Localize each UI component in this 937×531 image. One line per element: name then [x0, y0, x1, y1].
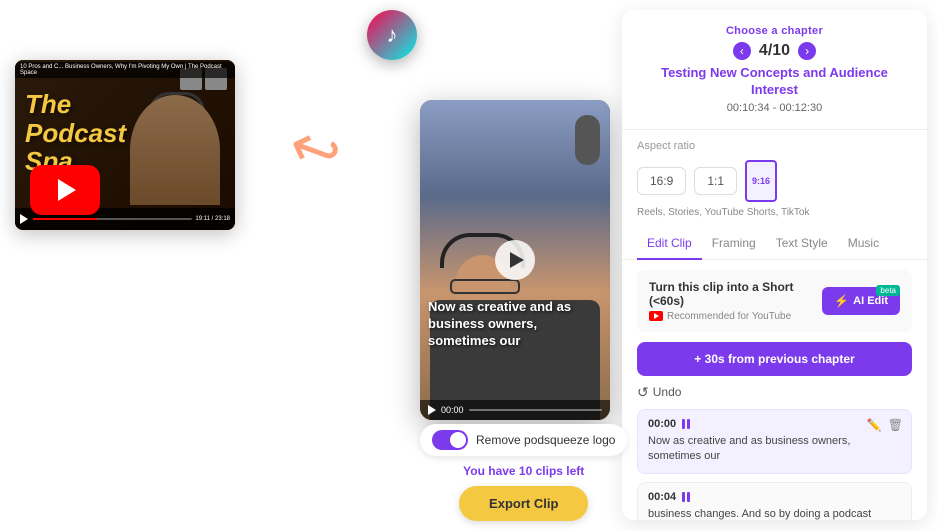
bottom-section: Remove podsqueeze logo You have 10 clips…	[420, 424, 627, 521]
ai-edit-left: Turn this clip into a Short (<60s) Recom…	[649, 280, 822, 322]
clip-edit-icon[interactable]: ✏️	[867, 418, 882, 432]
aspect-169-button[interactable]: 16:9	[637, 167, 686, 195]
aspect-sublabel: Reels, Stories, YouTube Shorts, TikTok	[637, 207, 912, 218]
yt-mini-icon	[649, 311, 663, 321]
clip-time-2: 00:04	[648, 491, 676, 503]
remove-logo-toggle[interactable]	[432, 430, 468, 450]
vid-progress-bar[interactable]	[469, 409, 602, 411]
clip-delete-icon[interactable]: 🗑	[888, 418, 903, 432]
clip-item-2[interactable]: 00:04 business changes. And so by doing …	[637, 482, 912, 520]
beta-badge: beta	[876, 285, 900, 296]
tab-edit-clip[interactable]: Edit Clip	[637, 228, 702, 260]
chapter-next-button[interactable]	[798, 42, 816, 60]
chapter-time: 00:10:34 - 00:12:30	[642, 102, 907, 114]
video-controls: 00:00	[420, 400, 610, 420]
clip-item-1[interactable]: 00:00 ✏️ 🗑 Now as creative and as busine…	[637, 409, 912, 474]
youtube-logo	[30, 165, 100, 215]
edit-tabs: Edit Clip Framing Text Style Music	[622, 228, 927, 260]
toggle-label: Remove podsqueeze logo	[476, 433, 615, 447]
yt-time: 19:11 / 23:18	[195, 216, 230, 222]
video-content: Now as creative and as business owners, …	[420, 100, 610, 420]
export-button[interactable]: Export Clip	[459, 486, 588, 521]
video-mic	[575, 115, 600, 165]
yt-progress-fill	[33, 218, 97, 220]
add-30s-button[interactable]: + 30s from previous chapter	[637, 342, 912, 376]
panel-header: Choose a chapter 4/10 Testing New Concep…	[622, 10, 927, 129]
aspect-11-button[interactable]: 1:1	[694, 167, 737, 195]
video-play-triangle	[510, 252, 524, 268]
right-panel: Choose a chapter 4/10 Testing New Concep…	[622, 10, 927, 520]
yt-progress[interactable]	[33, 218, 192, 220]
ai-edit-title: Turn this clip into a Short (<60s)	[649, 280, 822, 308]
choose-chapter-label: Choose a chapter	[642, 25, 907, 37]
clip-list: 00:00 ✏️ 🗑 Now as creative and as busine…	[622, 409, 927, 520]
chapter-nav: 4/10	[642, 42, 907, 60]
yt-mini-triangle	[654, 313, 659, 319]
tab-text-style[interactable]: Text Style	[766, 228, 838, 260]
ai-edit-subtitle: Recommended for YouTube	[649, 311, 822, 322]
clip-pause-bar-1b	[687, 419, 690, 429]
tab-music[interactable]: Music	[838, 228, 889, 260]
yt-logo-shape	[30, 165, 100, 215]
toggle-knob	[450, 432, 466, 448]
vid-time: 00:00	[441, 405, 464, 415]
yt-play-button[interactable]	[20, 214, 30, 224]
clips-left-text: You have 10 clips left	[420, 464, 627, 478]
arrow-graphic: ↪	[280, 109, 351, 192]
clip-pause-bar-2b	[687, 492, 690, 502]
clip-header-2: 00:04	[648, 491, 901, 503]
clip-pause-bar-2a	[682, 492, 685, 502]
chapter-prev-button[interactable]	[733, 42, 751, 60]
clip-header-1: 00:00	[648, 418, 901, 430]
aspect-section: Aspect ratio 16:9 1:1 9:16 Reels, Storie…	[622, 140, 927, 228]
person-silhouette	[130, 95, 220, 205]
undo-row[interactable]: ↺ Undo	[637, 384, 912, 401]
clip-actions-1: ✏️ 🗑	[867, 418, 903, 432]
yt-logo-triangle	[58, 179, 76, 201]
clip-pause-bar-1a	[682, 419, 685, 429]
vid-play-btn[interactable]	[428, 405, 436, 415]
video-overlay-text: Now as creative and as business owners, …	[428, 299, 602, 350]
clip-pause-icon-1[interactable]	[682, 419, 690, 429]
chapter-title: Testing New Concepts and Audience Intere…	[642, 65, 907, 99]
yt-title-bar: 10 Pros and C... Business Owners, Why I'…	[15, 62, 235, 78]
clip-text-1: Now as creative and as business owners, …	[648, 434, 901, 465]
aspect-916-button[interactable]: 9:16	[745, 160, 777, 202]
tiktok-logo: ♪	[367, 10, 417, 65]
tab-framing[interactable]: Framing	[702, 228, 766, 260]
ai-edit-section: Turn this clip into a Short (<60s) Recom…	[637, 270, 912, 332]
clip-time-1: 00:00	[648, 418, 676, 430]
video-glasses	[450, 279, 520, 294]
video-play-button[interactable]	[495, 240, 535, 280]
tiktok-circle: ♪	[367, 10, 417, 60]
ai-btn-wrapper: beta ⚡ AI Edit	[822, 287, 900, 315]
clip-pause-icon-2[interactable]	[682, 492, 690, 502]
toggle-row: Remove podsqueeze logo	[420, 424, 627, 456]
undo-label: Undo	[653, 385, 682, 399]
undo-icon: ↺	[637, 384, 649, 401]
middle-video: Now as creative and as business owners, …	[420, 100, 610, 420]
tiktok-note: ♪	[387, 22, 398, 48]
lightning-icon: ⚡	[834, 294, 849, 308]
aspect-ratio-label: Aspect ratio	[637, 140, 912, 152]
clip-text-2: business changes. And so by doing a podc…	[648, 507, 901, 520]
main-container: ThePodcastSpa... 10 Pros and C... Busine…	[0, 0, 937, 531]
aspect-options: 16:9 1:1 9:16	[637, 160, 912, 202]
podcast-text: ThePodcastSpa...	[25, 90, 126, 176]
divider-1	[622, 129, 927, 130]
chapter-number: 4/10	[759, 42, 790, 60]
